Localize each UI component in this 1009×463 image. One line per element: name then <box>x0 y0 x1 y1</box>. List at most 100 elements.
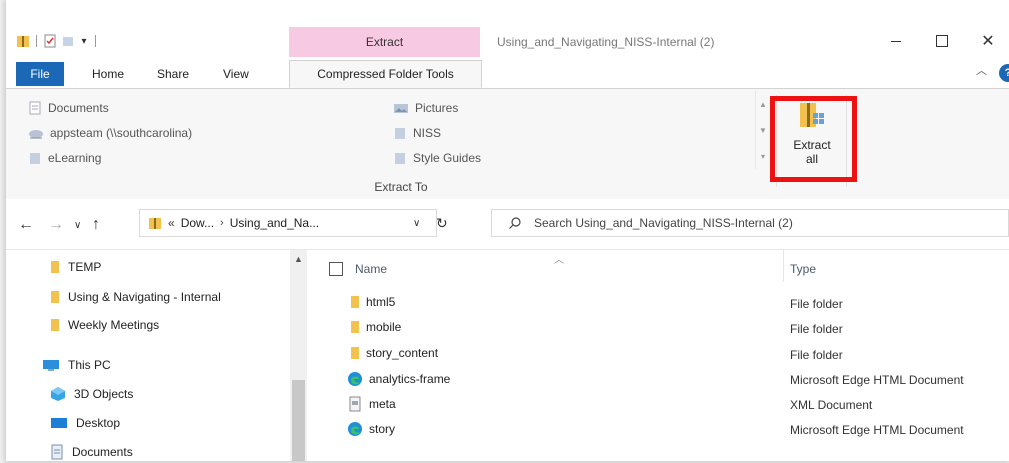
chevron-down-icon[interactable]: ▼ <box>756 117 770 143</box>
address-dropdown-icon[interactable]: ∨ <box>413 218 420 229</box>
file-type: XML Document <box>790 398 873 412</box>
extract-to-group-label: Extract To <box>374 180 428 194</box>
file-name: meta <box>369 397 396 411</box>
folder-icon <box>51 291 59 303</box>
nav-item-label: This PC <box>68 358 111 372</box>
close-icon: ✕ <box>981 33 995 50</box>
nav-item-label: TEMP <box>68 260 102 274</box>
gallery-item-label: Pictures <box>415 101 459 115</box>
this-pc-icon <box>43 360 59 371</box>
maximize-icon <box>936 35 948 47</box>
folder-icon <box>51 261 59 273</box>
gallery-item-label: eLearning <box>48 151 102 165</box>
help-icon[interactable]: ? <box>999 64 1009 82</box>
column-type-label: Type <box>790 262 817 276</box>
column-name-label: Name <box>355 262 388 276</box>
address-segment[interactable]: Using_and_Na... <box>230 216 319 230</box>
extract-to-style-guides[interactable]: Style Guides <box>393 148 481 168</box>
nav-item-weekly-meetings[interactable]: Weekly Meetings <box>50 314 159 336</box>
tab-compressed-folder-tools[interactable]: Compressed Folder Tools <box>289 60 482 88</box>
new-folder-icon[interactable] <box>61 34 75 48</box>
nav-item-temp[interactable]: TEMP <box>50 256 101 278</box>
extract-to-appsteam[interactable]: appsteam (\\southcarolina) <box>28 123 192 143</box>
window-title: Using_and_Navigating_NISS-Internal (2) <box>497 35 715 49</box>
folder-icon <box>351 296 359 308</box>
table-row[interactable]: html5 File folder <box>307 292 1009 316</box>
file-name: mobile <box>366 320 402 334</box>
nav-item-using-navigating-internal[interactable]: Using & Navigating - Internal <box>50 286 221 308</box>
column-header-type[interactable]: Type <box>790 258 816 280</box>
recent-locations-icon[interactable]: ∨ <box>74 220 81 231</box>
file-type: File folder <box>790 348 843 362</box>
tab-file[interactable]: File <box>16 62 64 86</box>
file-name-cell: mobile <box>350 320 401 334</box>
column-header-name[interactable]: Name <box>329 258 387 280</box>
file-name-cell: story_content <box>350 346 438 360</box>
file-name: html5 <box>366 295 396 309</box>
forward-arrow-icon[interactable]: → <box>48 216 64 234</box>
ribbon: Documents appsteam (\\southcarolina) eLe… <box>6 88 1009 200</box>
edge-icon <box>348 372 362 386</box>
tab-home[interactable]: Home <box>82 62 134 86</box>
tab-share[interactable]: Share <box>147 62 199 86</box>
extract-to-pictures[interactable]: Pictures <box>393 98 458 118</box>
address-bar[interactable]: « Dow... › Using_and_Na... ∨ ↻ <box>139 209 448 237</box>
scroll-up-icon[interactable]: ▲ <box>294 254 303 264</box>
gallery-item-label: appsteam (\\southcarolina) <box>50 126 193 140</box>
extract-to-gallery: Documents appsteam (\\southcarolina) eLe… <box>10 95 755 171</box>
folder-icon <box>351 321 359 333</box>
nav-scrollbar[interactable]: ▲ <box>290 250 307 461</box>
refresh-icon[interactable]: ↻ <box>436 215 448 232</box>
extract-to-documents[interactable]: Documents <box>28 98 109 118</box>
file-type: File folder <box>790 322 843 336</box>
collapse-ribbon-icon[interactable]: ︿ <box>976 62 987 78</box>
chevron-right-icon[interactable]: › <box>220 217 224 229</box>
column-divider[interactable] <box>783 250 784 282</box>
search-box[interactable] <box>491 209 1009 237</box>
up-arrow-icon[interactable]: ↑ <box>92 216 100 234</box>
gallery-scrollbar[interactable]: ▲ ▼ ▾ <box>755 91 770 169</box>
file-type: Microsoft Edge HTML Document <box>790 423 964 437</box>
maximize-button[interactable] <box>919 26 965 56</box>
nav-item-documents[interactable]: Documents <box>50 441 133 463</box>
select-all-checkbox[interactable] <box>329 262 343 276</box>
title-bar: ▾ Extract Using_and_Navigating_NISS-Inte… <box>6 0 1009 60</box>
table-row[interactable]: meta XML Document <box>307 393 1009 417</box>
gallery-more-icon[interactable]: ▾ <box>756 143 770 169</box>
network-drive-icon <box>29 130 43 139</box>
file-type: File folder <box>790 297 843 311</box>
gallery-item-label: NISS <box>413 126 442 140</box>
address-overflow[interactable]: « <box>168 216 175 230</box>
table-row[interactable]: story_content File folder <box>307 343 1009 367</box>
close-button[interactable]: ✕ <box>965 26 1009 56</box>
minimize-button[interactable] <box>873 26 919 56</box>
gallery-item-label: Documents <box>48 101 109 115</box>
extract-to-elearning[interactable]: eLearning <box>28 148 101 168</box>
folder-icon <box>395 128 405 139</box>
file-name-cell: meta <box>347 396 396 412</box>
table-row[interactable]: mobile File folder <box>307 317 1009 341</box>
properties-icon[interactable] <box>43 34 57 48</box>
table-row[interactable]: story Microsoft Edge HTML Document <box>307 418 1009 442</box>
nav-item-3d-objects[interactable]: 3D Objects <box>50 383 133 405</box>
scrollbar-thumb[interactable] <box>292 380 305 461</box>
table-row[interactable]: analytics-frame Microsoft Edge HTML Docu… <box>307 368 1009 392</box>
zip-folder-icon <box>17 36 29 47</box>
tab-view[interactable]: View <box>213 62 259 86</box>
nav-item-label: 3D Objects <box>74 387 134 401</box>
sort-caret-icon: ︿ <box>554 255 564 266</box>
search-icon <box>509 217 521 229</box>
folder-icon <box>395 153 405 164</box>
zip-folder-icon <box>149 218 161 229</box>
nav-item-this-pc[interactable]: This PC <box>42 354 111 376</box>
file-name: story <box>369 422 396 436</box>
search-input[interactable] <box>532 215 996 231</box>
nav-item-desktop[interactable]: Desktop <box>50 412 120 434</box>
chevron-up-icon[interactable]: ▲ <box>756 91 770 117</box>
qat-dropdown-icon[interactable]: ▾ <box>79 36 89 47</box>
extract-to-niss[interactable]: NISS <box>393 123 441 143</box>
nav-item-label: Weekly Meetings <box>68 318 160 332</box>
address-segment[interactable]: Dow... <box>181 216 214 230</box>
back-arrow-icon[interactable]: ← <box>18 216 34 234</box>
file-type: Microsoft Edge HTML Document <box>790 373 964 387</box>
